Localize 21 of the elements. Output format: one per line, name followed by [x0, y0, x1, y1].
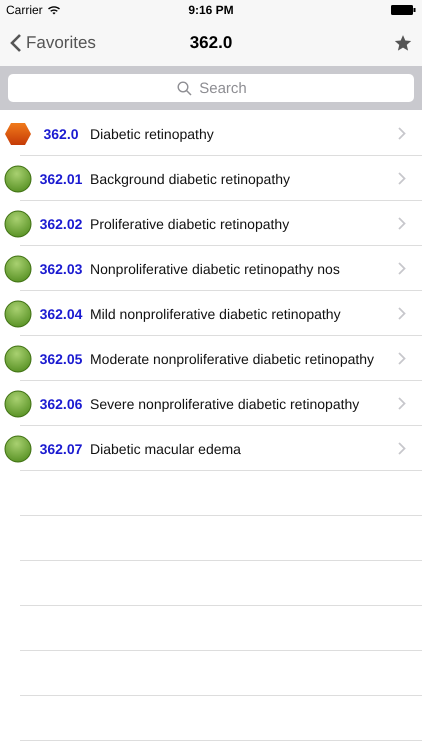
code-number: 362.07	[38, 440, 84, 456]
code-number: 362.02	[38, 216, 84, 232]
status-time: 9:16 PM	[188, 3, 234, 17]
row-label: Severe nonproliferative diabetic retinopathy	[90, 396, 360, 412]
search-field[interactable]: Search	[8, 74, 414, 102]
code-number: 362.0	[42, 126, 80, 142]
row-label: Proliferative diabetic retinopathy	[90, 216, 290, 232]
code-number: 362.06	[38, 396, 84, 412]
code-number: 362.04	[38, 306, 84, 322]
code-number: 362.03	[38, 260, 84, 276]
back-button[interactable]: Favorites	[10, 33, 96, 53]
code-number: 362.05	[38, 350, 84, 366]
row-label: Diabetic retinopathy	[90, 126, 215, 142]
code-number: 362.01	[38, 170, 84, 186]
carrier-name: Carrier	[6, 3, 43, 17]
nav-title: 362.0	[190, 33, 232, 53]
row-label: Nonproliferative diabetic retinopathy nos	[90, 260, 341, 276]
row-label: Diabetic macular edema	[90, 440, 242, 456]
row-label: Mild nonproliferative diabetic retinopathy	[90, 306, 342, 322]
row-label: Moderate nonproliferative diabetic retinopathy	[90, 350, 376, 366]
row-label: Background diabetic retinopathy	[90, 170, 292, 186]
